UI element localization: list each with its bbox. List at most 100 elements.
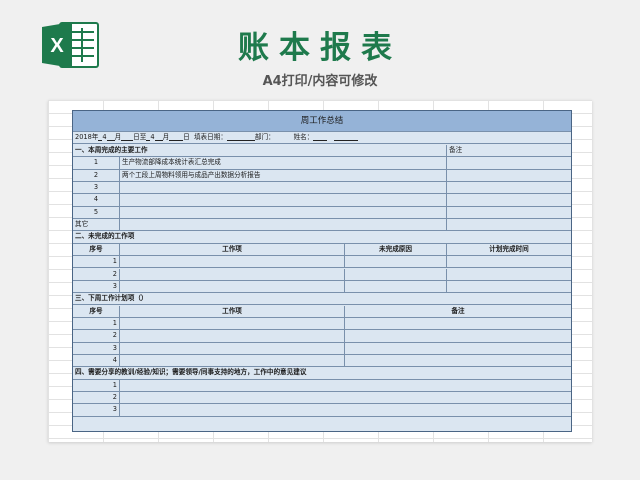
work-item-cell[interactable] xyxy=(120,317,345,330)
name-label: 姓名： xyxy=(293,133,314,141)
suggestion-cell[interactable] xyxy=(120,404,571,415)
section2-title[interactable]: 二、未完成的工作项 xyxy=(73,231,571,242)
work-item[interactable] xyxy=(120,194,447,206)
planned-date-cell[interactable] xyxy=(447,281,571,292)
row-number[interactable]: 3 xyxy=(73,182,120,194)
spreadsheet-page: 周工作总结 2018年 4 月 日至 4 月 日 填表日期： 部门： 姓名： 一、本周完成的主… xyxy=(48,100,592,442)
section4-row: 1 xyxy=(73,379,571,392)
note-cell[interactable] xyxy=(345,343,571,354)
planned-date-cell[interactable] xyxy=(447,256,571,267)
work-item-cell[interactable] xyxy=(120,268,345,280)
other-cell[interactable] xyxy=(120,219,447,231)
section1-row: 3 xyxy=(73,182,571,195)
note-cell[interactable] xyxy=(345,330,571,341)
info-cell[interactable]: 2018年 4 月日至 4 月日 填表日期： 部门： 姓名： xyxy=(73,132,571,143)
column-header[interactable]: 序号 xyxy=(73,305,120,317)
other-label[interactable]: 其它 xyxy=(73,219,120,231)
suggestion-cell[interactable] xyxy=(120,392,571,403)
note-cell[interactable] xyxy=(447,194,571,205)
section4-row: 3 xyxy=(73,404,571,417)
column-header[interactable]: 工作项 xyxy=(120,305,345,317)
row-number[interactable]: 3 xyxy=(73,342,120,354)
note-cell[interactable] xyxy=(345,318,571,329)
work-item-cell[interactable] xyxy=(120,330,345,342)
row-number[interactable]: 3 xyxy=(73,404,120,416)
column-header[interactable]: 未完成原因 xyxy=(345,243,447,256)
section3-row: 4 xyxy=(73,354,571,368)
section4-row: 2 xyxy=(73,392,571,405)
section2-row: 1 xyxy=(73,256,571,269)
work-item-cell[interactable] xyxy=(120,354,345,367)
column-header[interactable]: 序号 xyxy=(73,243,120,256)
form-title-row: 周工作总结 xyxy=(73,111,571,132)
section1-row: 4 xyxy=(73,194,571,207)
note-cell[interactable] xyxy=(447,157,571,168)
note-cell[interactable] xyxy=(447,207,571,218)
section1-note-header[interactable]: 备注 xyxy=(447,145,571,156)
section3-row: 1 xyxy=(73,317,571,331)
work-item-cell[interactable] xyxy=(120,342,345,354)
row-number[interactable]: 2 xyxy=(73,169,120,181)
form-title[interactable]: 周工作总结 xyxy=(73,111,571,131)
note-cell[interactable] xyxy=(345,355,571,366)
section2-row: 3 xyxy=(73,280,571,294)
section1-row: 1 生产物流部降成本统计表汇总完成 xyxy=(73,157,571,170)
row-number[interactable]: 1 xyxy=(73,157,120,169)
dept-label: 部门： xyxy=(254,133,275,141)
year-text: 2018年 xyxy=(75,133,99,141)
row-number[interactable]: 2 xyxy=(73,330,120,342)
planned-date-cell[interactable] xyxy=(447,269,571,280)
row-number[interactable]: 1 xyxy=(73,256,120,268)
page-subtitle: A4打印/内容可修改 xyxy=(262,74,378,89)
reason-cell[interactable] xyxy=(345,256,447,268)
row-number[interactable]: 3 xyxy=(73,280,120,293)
weekly-report-form: 周工作总结 2018年 4 月 日至 4 月 日 填表日期： 部门： 姓名： 一、本周完成的主… xyxy=(72,110,572,432)
note-cell[interactable] xyxy=(447,170,571,181)
excel-icon: X xyxy=(42,22,99,68)
section2-header-row: 二、未完成的工作项 xyxy=(73,231,571,244)
section1-title[interactable]: 一、本周完成的主要工作 xyxy=(73,145,447,157)
section2-row: 2 xyxy=(73,268,571,281)
section3-header-row: 三、下周工作计划项（） xyxy=(73,293,571,306)
work-item-cell[interactable] xyxy=(120,256,345,268)
column-header[interactable]: 计划完成时间 xyxy=(447,244,571,255)
month2-label: 月 xyxy=(162,133,170,141)
section3-row: 2 xyxy=(73,330,571,343)
day-label: 日至 xyxy=(133,133,147,141)
info-row: 2018年 4 月日至 4 月日 填表日期： 部门： 姓名： xyxy=(73,132,571,145)
day2-label: 日 xyxy=(183,133,190,141)
section4-title[interactable]: 四、需要分享的教训/经验/知识；需要领导/同事支持的地方，工作中的意见建议 xyxy=(73,367,571,378)
page-title: 账本报表 xyxy=(238,30,402,66)
fill-date-label: 填表日期： xyxy=(193,133,227,141)
section3-row: 3 xyxy=(73,342,571,355)
row-number[interactable]: 5 xyxy=(73,206,120,219)
work-item-cell[interactable] xyxy=(120,280,345,293)
column-header[interactable]: 工作项 xyxy=(120,243,345,256)
row-number[interactable]: 2 xyxy=(73,268,120,280)
row-number[interactable]: 1 xyxy=(73,379,120,391)
note-cell[interactable] xyxy=(447,182,571,193)
section3-columns-row: 序号 工作项 备注 xyxy=(73,305,571,318)
suggestion-cell[interactable] xyxy=(120,380,571,391)
work-item[interactable]: 两个工段上周物料领用与成品产出数据分析报告 xyxy=(120,169,447,181)
section1-row: 2 两个工段上周物料领用与成品产出数据分析报告 xyxy=(73,169,571,182)
month-label: 月 xyxy=(114,133,122,141)
column-header[interactable]: 备注 xyxy=(345,306,571,317)
section1-row: 5 xyxy=(73,206,571,220)
section1-header-row: 一、本周完成的主要工作 备注 xyxy=(73,145,571,158)
work-item[interactable] xyxy=(120,206,447,219)
reason-cell[interactable] xyxy=(345,268,447,280)
row-number[interactable]: 4 xyxy=(73,194,120,206)
reason-cell[interactable] xyxy=(345,280,447,293)
section2-columns-row: 序号 工作项 未完成原因 计划完成时间 xyxy=(73,243,571,257)
svg-text:X: X xyxy=(50,35,64,57)
other-note[interactable] xyxy=(447,219,571,230)
section4-header-row: 四、需要分享的教训/经验/知识；需要领导/同事支持的地方，工作中的意见建议 xyxy=(73,367,571,380)
section1-other-row: 其它 xyxy=(73,219,571,232)
section3-title[interactable]: 三、下周工作计划项（） xyxy=(73,293,571,304)
row-number[interactable]: 2 xyxy=(73,392,120,404)
work-item[interactable] xyxy=(120,182,447,194)
row-number[interactable]: 4 xyxy=(73,354,120,367)
work-item[interactable]: 生产物流部降成本统计表汇总完成 xyxy=(120,157,447,169)
row-number[interactable]: 1 xyxy=(73,317,120,330)
